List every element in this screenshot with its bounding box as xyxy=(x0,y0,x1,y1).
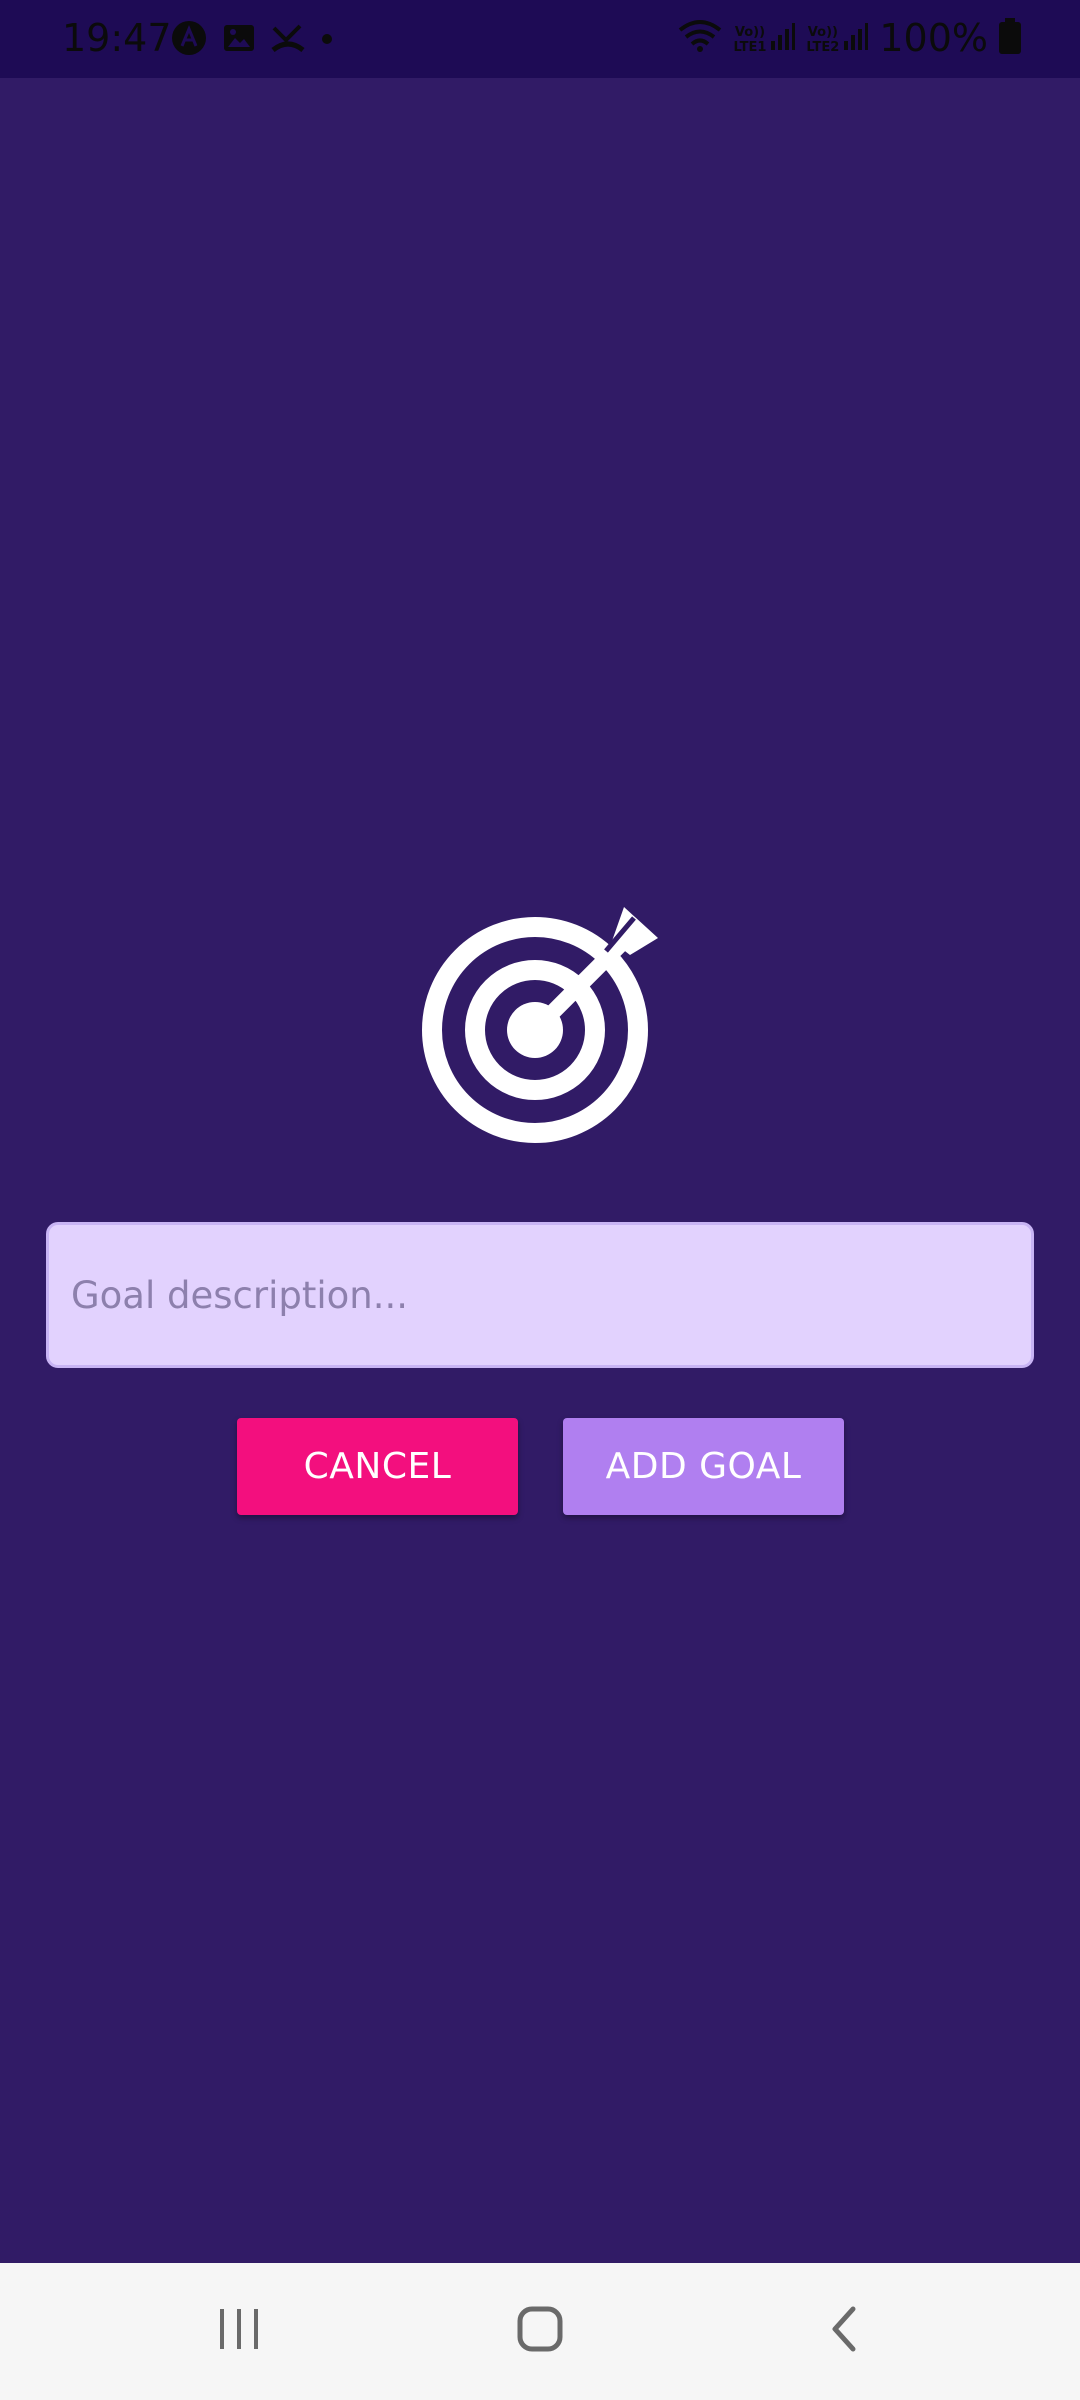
recent-apps-button[interactable] xyxy=(200,2291,280,2371)
sim2-signal: Vo)) LTE2 xyxy=(806,21,869,55)
dot-icon xyxy=(320,31,334,50)
battery-icon xyxy=(998,17,1022,59)
recent-apps-icon xyxy=(218,2307,262,2355)
goal-description-input[interactable] xyxy=(46,1222,1034,1368)
cancel-button[interactable]: CANCEL xyxy=(237,1418,518,1515)
wifi-icon xyxy=(677,18,723,58)
goal-input-screen: 19:47 Vo)) LTE1 Vo)) LTE2 100% Goal desc… xyxy=(0,0,1080,2400)
signal-icon xyxy=(843,21,869,55)
volte-label-2: Vo)) xyxy=(807,25,838,40)
sim1-label: LTE1 xyxy=(733,40,767,55)
missed-call-icon xyxy=(270,20,306,60)
add-goal-button[interactable]: ADD GOAL xyxy=(563,1418,844,1515)
gallery-icon xyxy=(222,21,256,59)
sim2-label: LTE2 xyxy=(806,40,840,55)
back-button[interactable] xyxy=(805,2291,885,2371)
home-icon xyxy=(516,2305,564,2357)
sim1-signal: Vo)) LTE1 xyxy=(733,21,796,55)
status-right: Vo)) LTE1 Vo)) LTE2 100% xyxy=(677,12,1022,64)
battery-percentage: 100% xyxy=(879,16,988,60)
status-bar: 19:47 Vo)) LTE1 Vo)) LTE2 100% xyxy=(0,0,1080,78)
app-notification-icon xyxy=(170,19,208,61)
navigation-bar xyxy=(0,2263,1080,2400)
signal-icon xyxy=(770,21,796,55)
back-icon xyxy=(825,2305,865,2357)
home-button[interactable] xyxy=(500,2291,580,2371)
notification-icons xyxy=(170,20,334,60)
target-arrow-icon xyxy=(420,905,660,1145)
volte-label: Vo)) xyxy=(734,25,766,40)
status-time: 19:47 xyxy=(62,16,172,60)
